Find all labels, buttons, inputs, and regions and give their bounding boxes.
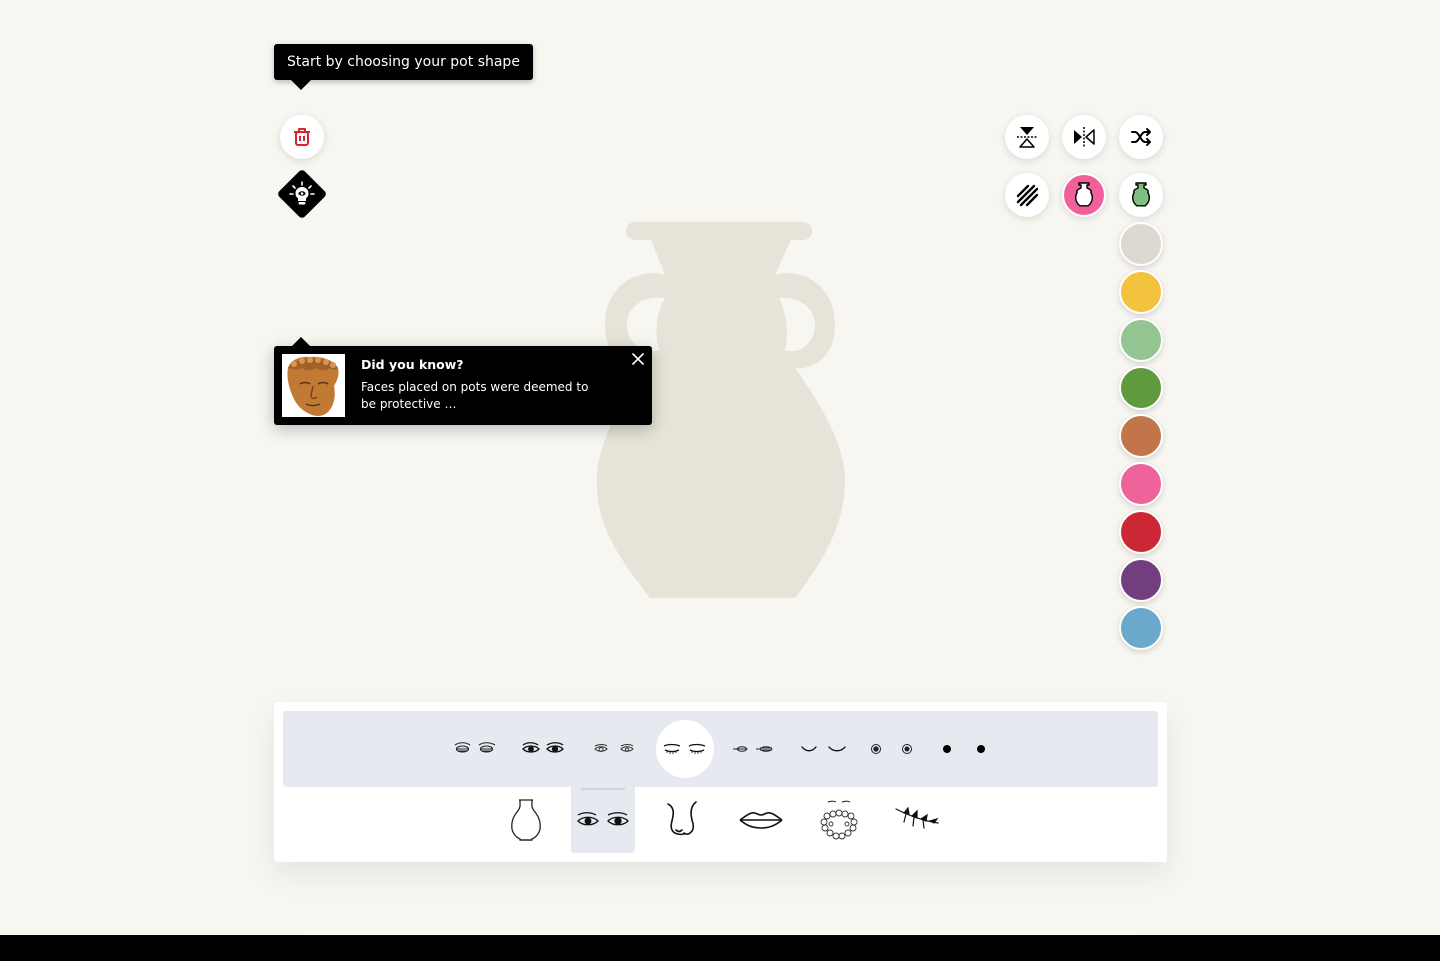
color-swatch[interactable] bbox=[1119, 558, 1163, 602]
variant-strip bbox=[283, 711, 1158, 787]
eyes-icon bbox=[594, 744, 634, 752]
feature-tray bbox=[274, 702, 1167, 862]
flip-horizontal-button[interactable] bbox=[1062, 115, 1106, 159]
color-swatch[interactable] bbox=[1119, 318, 1163, 362]
category-mouth[interactable] bbox=[729, 787, 793, 853]
category-eyes[interactable] bbox=[571, 787, 635, 853]
category-hair-beard[interactable] bbox=[807, 787, 871, 853]
dot-eyes-icon bbox=[943, 745, 985, 753]
lips-icon bbox=[739, 812, 783, 829]
leaf-branch-icon bbox=[895, 806, 939, 829]
shuffle-icon bbox=[1131, 128, 1151, 146]
category-pot-shape[interactable] bbox=[494, 787, 558, 853]
hatch-pattern-icon bbox=[1016, 184, 1039, 207]
pot-fill-color-button[interactable] bbox=[1119, 173, 1163, 217]
eyes-icon bbox=[454, 742, 496, 753]
variant-eyes-2[interactable] bbox=[521, 721, 567, 777]
nose-icon bbox=[667, 801, 697, 836]
variant-eyes-1[interactable] bbox=[453, 721, 499, 777]
shuffle-button[interactable] bbox=[1119, 115, 1163, 159]
category-nose[interactable] bbox=[650, 787, 714, 853]
color-swatch[interactable] bbox=[1119, 366, 1163, 410]
hint-tooltip: Start by choosing your pot shape bbox=[274, 44, 533, 90]
lightbulb-eye-icon bbox=[289, 181, 315, 205]
variant-eyes-8[interactable] bbox=[938, 721, 988, 777]
flip-vertical-button[interactable] bbox=[1005, 115, 1049, 159]
eyes-icon bbox=[577, 812, 629, 826]
hints-button[interactable] bbox=[276, 168, 328, 220]
color-swatch[interactable] bbox=[1119, 270, 1163, 314]
close-icon[interactable] bbox=[631, 352, 645, 366]
vase-icon bbox=[1132, 182, 1150, 207]
color-swatch[interactable] bbox=[1119, 510, 1163, 554]
did-you-know-popup: Did you know? Faces placed on pots were … bbox=[274, 337, 652, 425]
variant-eyes-7[interactable] bbox=[868, 721, 918, 777]
color-swatch[interactable] bbox=[1119, 222, 1163, 266]
pattern-button[interactable] bbox=[1005, 173, 1049, 217]
terracotta-face-image bbox=[282, 354, 345, 417]
category-decoration[interactable] bbox=[885, 787, 949, 853]
pot-outline-color-button[interactable] bbox=[1062, 173, 1106, 217]
color-swatch[interactable] bbox=[1119, 462, 1163, 506]
color-swatch[interactable] bbox=[1119, 414, 1163, 458]
closed-eyes-icon bbox=[663, 743, 706, 754]
variant-eyes-3[interactable] bbox=[591, 721, 637, 777]
beard-icon bbox=[820, 800, 858, 840]
did-you-know-title: Did you know? bbox=[361, 357, 464, 372]
eyes-icon bbox=[522, 742, 564, 753]
variant-eyes-4-selected[interactable] bbox=[656, 720, 714, 778]
eyes-icon bbox=[871, 744, 912, 754]
color-swatch[interactable] bbox=[1119, 606, 1163, 650]
did-you-know-body: Faces placed on pots were deemed to be p… bbox=[361, 380, 589, 411]
trash-icon bbox=[294, 128, 310, 146]
delete-button[interactable] bbox=[280, 115, 324, 159]
vase-icon bbox=[1075, 182, 1093, 207]
vase-outline-icon bbox=[511, 799, 541, 841]
flip-horizontal-icon bbox=[1074, 127, 1095, 147]
eyes-icon bbox=[733, 746, 773, 752]
variant-eyes-6[interactable] bbox=[799, 721, 849, 777]
eyes-icon bbox=[801, 746, 846, 752]
footer-bar bbox=[0, 935, 1440, 961]
variant-eyes-5[interactable] bbox=[731, 721, 777, 777]
flip-vertical-icon bbox=[1017, 127, 1037, 148]
